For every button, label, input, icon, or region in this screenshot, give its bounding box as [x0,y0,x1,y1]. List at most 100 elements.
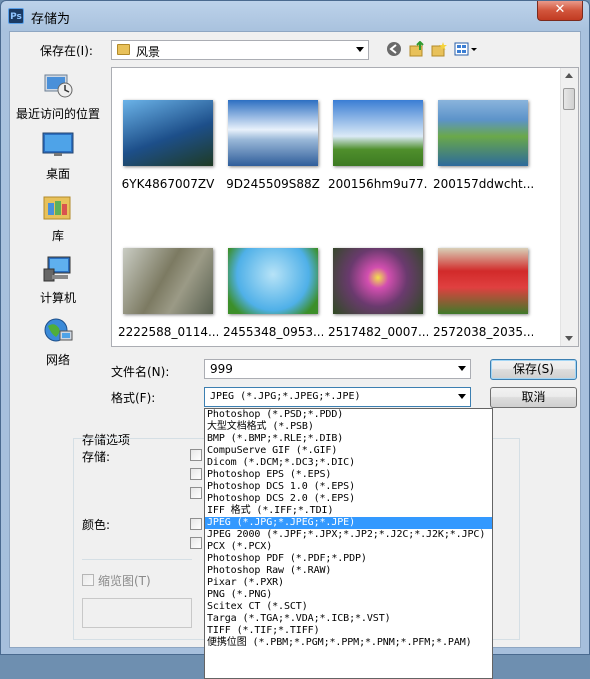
storage-checkbox[interactable] [190,449,202,461]
new-folder-icon [431,42,447,57]
filename-input[interactable]: 999 [204,359,471,379]
file-item[interactable]: 200156hm9u77... [328,100,428,191]
filename-value: 999 [210,362,233,376]
thumbnail-label: 缩览图(T) [98,574,151,588]
format-dropdown-list[interactable]: Photoshop (*.PSD;*.PDD) 大型文档格式 (*.PSB) B… [204,408,493,679]
library-icon [43,196,71,220]
save-in-dropdown[interactable]: 风景 [111,40,369,60]
thumbnail-checkbox[interactable] [82,574,94,586]
scroll-thumb[interactable] [563,88,575,110]
format-option-selected[interactable]: JPEG (*.JPG;*.JPEG;*.JPE) [205,517,492,529]
thumbnail-image [333,248,423,314]
cancel-button[interactable]: 取消 [490,387,577,408]
place-label: 计算机 [39,291,76,305]
thumbnail-image [438,248,528,314]
place-recent[interactable]: 最近访问的位置 [10,71,106,122]
format-option[interactable]: JPEG 2000 (*.JPF;*.JPX;*.JP2;*.J2C;*.J2K… [205,529,492,541]
storage-checkbox[interactable] [190,468,202,480]
file-item[interactable]: 2222588_0114... [118,248,218,339]
file-item[interactable]: 9D245509S88Z [223,100,323,191]
chevron-down-icon[interactable] [458,394,466,399]
save-button[interactable]: 保存(S) [490,359,577,380]
save-in-label: 保存在(I): [40,44,93,58]
format-option[interactable]: CompuServe GIF (*.GIF) [205,445,492,457]
new-folder-button[interactable] [430,41,448,59]
place-label: 网络 [45,353,70,367]
format-option[interactable]: PNG (*.PNG) [205,589,492,601]
folder-icon [117,44,130,55]
file-name: 9D245509S88Z [226,177,320,191]
chevron-down-icon[interactable] [356,47,364,52]
bottom-panel [82,598,192,628]
place-label: 库 [51,229,64,243]
format-option[interactable]: PCX (*.PCX) [205,541,492,553]
file-name: 2572038_2035... [433,325,533,339]
dialog-body: 保存在(I): 风景 最近访问的位置 桌面 库 计算机 网络 6YK486700… [9,31,581,679]
color-label: 颜色: [82,518,111,532]
thumbnail-image [228,248,318,314]
file-list-view[interactable]: 6YK4867007ZV 9D245509S88Z 200156hm9u77..… [111,67,579,347]
place-label: 最近访问的位置 [15,107,100,121]
place-computer[interactable]: 计算机 [10,255,106,306]
chevron-down-icon[interactable] [458,366,466,371]
format-label: 格式(F): [111,391,156,405]
place-label: 桌面 [45,167,70,181]
color-checkbox[interactable] [190,537,202,549]
scroll-up-icon[interactable] [565,73,573,78]
color-checkbox[interactable] [190,518,202,530]
format-option[interactable]: Photoshop EPS (*.EPS) [205,469,492,481]
format-option[interactable]: 便携位图 (*.PBM;*.PGM;*.PPM;*.PNM;*.PFM;*.PA… [205,637,492,649]
thumbnail-image [438,100,528,166]
save-in-value: 风景 [136,45,161,59]
format-option[interactable]: 大型文档格式 (*.PSB) [205,421,492,433]
save-as-dialog: Ps 存储为 ✕ 保存在(I): 风景 最近访问的位置 桌面 库 计算机 网络 … [0,0,590,679]
file-name: 2222588_0114... [118,325,218,339]
format-option[interactable]: TIFF (*.TIF;*.TIFF) [205,625,492,637]
file-item[interactable]: 2455348_0953... [223,248,323,339]
filename-label: 文件名(N): [111,365,170,379]
thumbnail-image [333,100,423,166]
place-network[interactable]: 网络 [10,317,106,368]
back-arrow-icon [387,42,401,56]
format-dropdown[interactable]: JPEG (*.JPG;*.JPEG;*.JPE) [204,387,471,407]
scroll-down-icon[interactable] [565,336,573,341]
divider [82,559,192,560]
file-item[interactable]: 2517482_0007... [328,248,428,339]
place-library[interactable]: 库 [10,193,106,244]
format-option[interactable]: Photoshop DCS 2.0 (*.EPS) [205,493,492,505]
format-option[interactable]: Photoshop PDF (*.PDF;*.PDP) [205,553,492,565]
format-option[interactable]: Photoshop (*.PSD;*.PDD) [205,409,492,421]
place-desktop[interactable]: 桌面 [10,131,106,182]
storage-checkbox[interactable] [190,487,202,499]
photoshop-app-icon: Ps [8,8,24,24]
thumbnail-image [123,100,213,166]
format-option[interactable]: IFF 格式 (*.IFF;*.TDI) [205,505,492,517]
format-option[interactable]: Photoshop Raw (*.RAW) [205,565,492,577]
format-option[interactable]: Targa (*.TGA;*.VDA;*.ICB;*.VST) [205,613,492,625]
format-option[interactable]: Photoshop DCS 1.0 (*.EPS) [205,481,492,493]
view-menu-button[interactable] [453,41,479,59]
file-name: 200156hm9u77... [328,177,428,191]
format-option[interactable]: BMP (*.BMP;*.RLE;*.DIB) [205,433,492,445]
format-option[interactable]: Pixar (*.PXR) [205,577,492,589]
file-item[interactable]: 200157ddwcht... [433,100,533,191]
storage-label: 存储: [82,450,111,464]
format-value: JPEG (*.JPG;*.JPEG;*.JPE) [210,391,361,402]
file-name: 2455348_0953... [223,325,323,339]
format-option[interactable]: Dicom (*.DCM;*.DC3;*.DIC) [205,457,492,469]
format-option[interactable]: Scitex CT (*.SCT) [205,601,492,613]
vertical-scrollbar[interactable] [560,68,578,346]
file-name: 2517482_0007... [328,325,428,339]
file-item[interactable]: 2572038_2035... [433,248,533,339]
close-button[interactable]: ✕ [537,1,583,21]
up-folder-button[interactable] [408,40,426,59]
file-name: 6YK4867007ZV [121,177,215,191]
places-bar: 最近访问的位置 桌面 库 计算机 网络 [10,67,106,367]
title-bar[interactable]: Ps 存储为 ✕ [1,1,589,31]
back-button[interactable] [385,41,403,59]
view-grid-icon [454,42,477,56]
desktop-icon [42,132,74,156]
computer-icon [43,256,71,282]
file-item[interactable]: 6YK4867007ZV [118,100,218,191]
window-title: 存储为 [31,12,71,27]
